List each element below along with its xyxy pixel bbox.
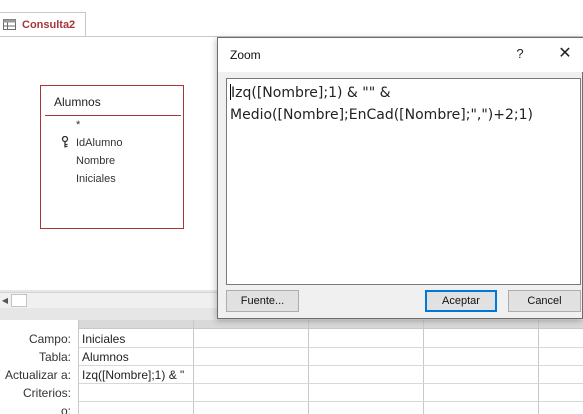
cell-actualizar-1[interactable]: Izq([Nombre];1) & " <box>82 368 184 382</box>
cancel-button[interactable]: Cancel <box>508 290 581 312</box>
tab-consulta2[interactable]: Consulta2 <box>0 12 86 37</box>
field-all[interactable]: * <box>76 119 80 131</box>
field-nombre[interactable]: Nombre <box>76 155 115 167</box>
table-box-alumnos[interactable]: Alumnos * IdAlumno Nombre Iniciales <box>40 85 184 229</box>
grid-column-selector-bar[interactable] <box>78 320 583 329</box>
grid-column-divider <box>423 320 424 414</box>
grid-column-divider <box>538 320 539 414</box>
font-button[interactable]: Fuente... <box>226 290 299 312</box>
grid-row-divider <box>79 365 583 366</box>
document-tab-strip: Consulta2 <box>0 0 583 37</box>
ok-button[interactable]: Aceptar <box>425 290 497 312</box>
field-idalumno[interactable]: IdAlumno <box>76 137 122 149</box>
row-label-campo: Campo: <box>28 332 71 346</box>
cell-tabla-1[interactable]: Alumnos <box>82 350 129 364</box>
grid-column-divider <box>78 320 79 414</box>
expression-line-1: Izq([Nombre];1) & "" & <box>231 85 391 101</box>
row-label-criterios: Criterios: <box>22 386 71 400</box>
zoom-dialog: Zoom ? ✕ Izq([Nombre];1) & "" & Medio([N… <box>217 37 583 319</box>
grid-row-divider <box>79 347 583 348</box>
cell-campo-1[interactable]: Iniciales <box>82 332 125 346</box>
table-box-title: Alumnos <box>54 95 101 109</box>
grid-column-divider <box>193 320 194 414</box>
query-icon <box>3 19 16 30</box>
grid-column-divider <box>308 320 309 414</box>
grid-row-divider <box>79 401 583 402</box>
scroll-thumb[interactable] <box>11 294 27 307</box>
row-label-tabla: Tabla: <box>38 350 71 364</box>
expression-line-2: Medio([Nombre];EnCad([Nombre];",")+2;1) <box>230 107 533 123</box>
dialog-title: Zoom <box>230 48 261 62</box>
query-design-grid: Campo: Tabla: Actualizar a: Criterios: o… <box>0 320 583 414</box>
tab-label: Consulta2 <box>22 19 76 31</box>
scroll-left-icon[interactable]: ◀ <box>0 293 10 309</box>
table-box-divider <box>45 115 181 116</box>
primary-key-icon <box>61 136 69 148</box>
row-label-actualizar: Actualizar a: <box>4 368 71 382</box>
expression-textarea[interactable]: Izq([Nombre];1) & "" & Medio([Nombre];En… <box>226 78 581 285</box>
close-icon[interactable]: ✕ <box>556 44 574 64</box>
row-label-o: o: <box>60 404 71 414</box>
field-iniciales[interactable]: Iniciales <box>76 173 116 185</box>
grid-row-divider <box>79 383 583 384</box>
dialog-titlebar[interactable]: Zoom ? ✕ <box>218 38 583 72</box>
help-icon[interactable]: ? <box>513 46 527 62</box>
